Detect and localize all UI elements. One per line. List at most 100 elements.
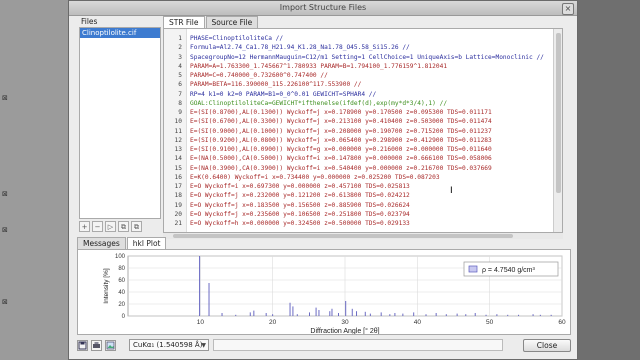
code-text: E=O Wyckoff=j x=0.232000 y=0.121200 z=0.…: [190, 192, 410, 200]
code-line[interactable]: 9 E=(SI(0.8700),AL(0.1300)) Wyckoff=j x=0…: [164, 108, 562, 117]
line-number: 15: [174, 164, 182, 172]
close-button[interactable]: Close: [523, 339, 571, 352]
line-number: 4: [178, 62, 182, 70]
x-tick-label: 40: [414, 319, 422, 326]
background-panel: ⊠ ⊠ ⊠ ⊠: [0, 0, 68, 360]
y-tick-label: 20: [118, 302, 125, 308]
code-line[interactable]: 10 E=(SI(0.6700),AL(0.3300)) Wyckoff=j x=…: [164, 117, 562, 126]
code-text: E=(NA(0.5000),CA(0.5000)) Wyckoff=i x=0.…: [190, 155, 492, 163]
code-text: E=(NA(0.3900),CA(0.3900)) Wyckoff=i x=0.…: [190, 164, 492, 172]
horizontal-scrollbar[interactable]: [163, 233, 563, 239]
code-line[interactable]: 1 PHASE=ClinoptiloliteCa //: [164, 34, 562, 43]
code-text: GOAL:ClinoptiloliteCa=GEWICHT*ifthenelse…: [190, 99, 448, 107]
add-file-button[interactable]: +: [79, 221, 90, 232]
line-number: 6: [178, 81, 182, 89]
line-number: 12: [174, 136, 182, 144]
copy-icon[interactable]: ⧉: [118, 221, 129, 232]
dialog-title: Import Structure Files: [279, 3, 367, 12]
line-number: 3: [178, 53, 182, 61]
tab-hkl-plot[interactable]: hkl Plot: [126, 237, 167, 249]
line-number: 7: [178, 90, 182, 98]
code-line[interactable]: 14 E=(NA(0.5000),CA(0.5000)) Wyckoff=i x=…: [164, 154, 562, 163]
hkl-plot-svg: 10 20 30 40 50 60 0 20 40 60 80 100 Diffraction Angl…: [103, 254, 566, 335]
code-text: E=(SI(0.8700),AL(0.1300)) Wyckoff=j x=0.…: [190, 109, 492, 116]
chevron-down-icon: ▼: [201, 342, 206, 349]
line-number: 5: [178, 72, 182, 79]
y-tick-label: 40: [118, 290, 125, 296]
line-number: 19: [174, 201, 182, 209]
code-line[interactable]: 4 PARAM=A=1.763300_1.745667^1.780933 PARA…: [164, 62, 562, 71]
code-text: E=O Wyckoff=j x=0.183500 y=0.156500 z=0.…: [190, 201, 410, 209]
line-number: 17: [174, 183, 182, 190]
code-line[interactable]: 19 E=O Wyckoff=j x=0.183500 y=0.156500 z=…: [164, 201, 562, 210]
remove-file-button[interactable]: −: [92, 221, 103, 232]
file-tabs: STR File Source File: [163, 16, 259, 28]
code-line[interactable]: 8 GOAL:ClinoptiloliteCa=GEWICHT*ifthenels…: [164, 99, 562, 108]
print-icon[interactable]: [91, 340, 102, 351]
code-line[interactable]: 16 E=K(0.6400) Wyckoff=i x=0.734400 y=0.0…: [164, 173, 562, 182]
line-number: 21: [174, 220, 182, 227]
files-list[interactable]: Clinoptilolite.cif: [79, 27, 161, 219]
line-number: 20: [174, 210, 182, 218]
code-line[interactable]: 3 SpacegroupNo=12 HermannMauguin=C12/m1 S…: [164, 53, 562, 62]
y-tick-label: 80: [118, 266, 125, 272]
line-number: 11: [174, 127, 182, 135]
x-tick-label: 20: [269, 319, 277, 326]
code-text: Formula=Al2.74_Ca1.78_H21.94_K1.28_Na1.7…: [190, 44, 410, 52]
code-text: RP=4 k1=0 k2=0 PARAM=B1=0_0^0.01 GEWICHT…: [190, 90, 377, 98]
y-tick-label: 60: [118, 278, 125, 284]
scrollbar-thumb[interactable]: [173, 234, 513, 238]
scrollbar-thumb[interactable]: [556, 33, 561, 193]
code-line[interactable]: 21 E=O Wyckoff=h x=0.000000 y=0.324500 z=…: [164, 219, 562, 228]
legend-swatch: [468, 265, 478, 273]
code-line[interactable]: 11 E=(SI(0.9000),AL(0.1000)) Wyckoff=j x=…: [164, 127, 562, 136]
code-line[interactable]: 17 E=O Wyckoff=i x=0.697300 y=0.000000 z=…: [164, 182, 562, 191]
code-line[interactable]: 2 Formula=Al2.74_Ca1.78_H21.94_K1.28_Na1.…: [164, 43, 562, 52]
tab-str-file[interactable]: STR File: [163, 16, 205, 28]
text-cursor-icon: I: [450, 186, 453, 196]
line-number: 8: [178, 99, 182, 107]
dialog-titlebar: Import Structure Files ×: [69, 1, 577, 16]
line-number: 18: [174, 192, 182, 200]
x-tick-label: 30: [341, 319, 349, 326]
line-number: 1: [178, 35, 182, 42]
duplicate-icon[interactable]: ⧉: [131, 221, 142, 232]
code-text: PARAM=C=0.740000_0.732600^0.747400 //: [190, 72, 328, 79]
x-tick-label: 60: [558, 319, 566, 326]
tab-source-file[interactable]: Source File: [205, 16, 259, 28]
file-list-item[interactable]: Clinoptilolite.cif: [80, 28, 160, 38]
radiation-select-value: CuKα₁ (1.540598 Å): [133, 341, 203, 349]
files-toolbar: + − ▷ ⧉ ⧉: [79, 221, 161, 233]
panel-marker-icon: ⊠: [2, 226, 8, 234]
code-text: PARAM=BETA=116.390000_115.226100^117.553…: [190, 81, 362, 89]
files-label: Files: [81, 17, 98, 26]
code-lines[interactable]: 1 PHASE=ClinoptiloliteCa // 2 Formula=Al2.7…: [164, 34, 562, 228]
vertical-scrollbar[interactable]: [553, 29, 562, 232]
code-line[interactable]: 5 PARAM=C=0.740000_0.732600^0.747400 //: [164, 71, 562, 80]
code-line[interactable]: 18 E=O Wyckoff=j x=0.232000 y=0.121200 z=…: [164, 191, 562, 200]
code-text: E=O Wyckoff=j x=0.235600 y=0.106500 z=0.…: [190, 210, 410, 218]
str-file-editor[interactable]: 1 PHASE=ClinoptiloliteCa // 2 Formula=Al2.7…: [163, 28, 563, 233]
code-text: E=(SI(0.6700),AL(0.3300)) Wyckoff=j x=0.…: [190, 118, 492, 126]
code-line[interactable]: 12 E=(SI(0.9200),AL(0.0800)) Wyckoff=j x=…: [164, 136, 562, 145]
code-line[interactable]: 7 RP=4 k1=0 k2=0 PARAM=B1=0_0^0.01 GEWICH…: [164, 90, 562, 99]
y-tick-label: 100: [115, 254, 126, 260]
save-icon[interactable]: [77, 340, 88, 351]
code-line[interactable]: 15 E=(NA(0.3900),CA(0.3900)) Wyckoff=i x=…: [164, 164, 562, 173]
legend-label: ρ = 4.7540 g/cm³: [482, 267, 535, 274]
code-line[interactable]: 13 E=(SI(0.9100),AL(0.0900)) Wyckoff=g x=…: [164, 145, 562, 154]
y-tick-label: 0: [122, 314, 126, 320]
tab-messages[interactable]: Messages: [77, 237, 126, 249]
code-line[interactable]: 20 E=O Wyckoff=j x=0.235600 y=0.106500 z=…: [164, 210, 562, 219]
x-axis-label: Diffraction Angle [° 2θ]: [310, 327, 379, 334]
radiation-select[interactable]: CuKα₁ (1.540598 Å) ▼: [129, 339, 209, 351]
image-icon[interactable]: [105, 340, 116, 351]
code-line[interactable]: 6 PARAM=BETA=116.390000_115.226100^117.55…: [164, 80, 562, 89]
window-close-icon[interactable]: ×: [562, 3, 574, 15]
bottom-toolbar: CuKα₁ (1.540598 Å) ▼ Close: [77, 339, 571, 353]
code-text: E=(SI(0.9100),AL(0.0900)) Wyckoff=g x=0.…: [190, 146, 492, 153]
line-number: 10: [174, 118, 182, 126]
line-number: 9: [178, 109, 182, 116]
panel-marker-icon: ⊠: [2, 298, 8, 306]
play-icon[interactable]: ▷: [105, 221, 116, 232]
